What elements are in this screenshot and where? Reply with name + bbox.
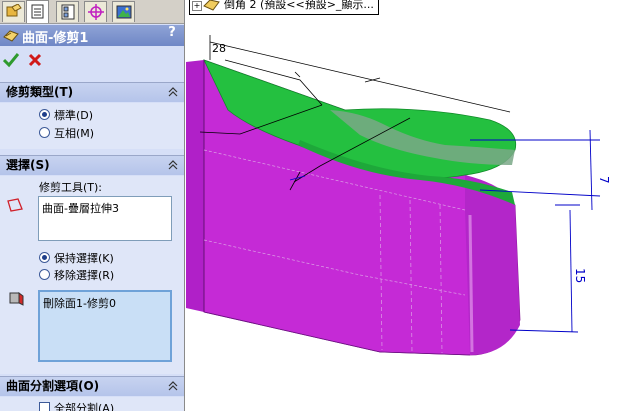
dimension-28: 28 bbox=[212, 42, 226, 55]
selections-header[interactable]: 選擇(S) bbox=[0, 156, 184, 175]
selections-title: 選擇(S) bbox=[6, 158, 50, 172]
trim-tool-label: 修剪工具(T): bbox=[39, 181, 103, 194]
check-icon[interactable] bbox=[3, 52, 19, 68]
tab-display-manager[interactable] bbox=[112, 1, 135, 22]
keep-selections-label: 保持選擇(K) bbox=[54, 252, 114, 265]
split-options-header[interactable]: 曲面分割選項(O) bbox=[0, 377, 184, 396]
dimension-7: 7 bbox=[597, 176, 611, 184]
surface-selection-icon bbox=[7, 198, 23, 212]
ok-cancel-bar bbox=[0, 47, 184, 77]
split-options-title: 曲面分割選項(O) bbox=[6, 379, 100, 393]
dimension-15: 15 bbox=[573, 268, 587, 283]
pieces-list[interactable]: 刪除面1-修剪0 bbox=[38, 290, 172, 362]
collapse-icon[interactable] bbox=[167, 380, 179, 392]
property-icon bbox=[31, 4, 44, 19]
x-icon[interactable] bbox=[28, 53, 42, 67]
trim-tool-item[interactable]: 曲面-疊層拉伸3 bbox=[42, 202, 119, 215]
tab-property-manager[interactable] bbox=[26, 0, 49, 23]
mutual-radio-label: 互相(M) bbox=[54, 127, 95, 140]
split-all-label: 全部分割(A) bbox=[54, 402, 115, 411]
property-manager-panel: 曲面-修剪1 ? 修剪類型(T) 標準(D) 互相(M) 選擇(S) 修剪工具(… bbox=[0, 0, 185, 411]
trim-type-header[interactable]: 修剪類型(T) bbox=[0, 83, 184, 102]
collapse-icon[interactable] bbox=[167, 86, 179, 98]
keep-selections-radio[interactable] bbox=[39, 252, 50, 263]
feature-tree-node[interactable]: + 倒角 2 (預設<<預設>_顯示... bbox=[189, 0, 379, 15]
tab-configuration-manager[interactable] bbox=[56, 1, 79, 22]
face-selection-icon bbox=[9, 292, 24, 306]
standard-radio-label: 標準(D) bbox=[54, 109, 94, 122]
selections-body: 修剪工具(T): 曲面-疊層拉伸3 保持選擇(K) 移除選擇(R) 刪除面1-修… bbox=[0, 176, 184, 374]
standard-radio[interactable] bbox=[39, 109, 50, 120]
body-side-face bbox=[186, 60, 204, 312]
configuration-icon bbox=[61, 4, 75, 20]
model-view: 28 7 15 bbox=[186, 35, 611, 356]
feature-tree-node-label: 倒角 2 (預設<<預設>_顯示... bbox=[224, 0, 374, 11]
trim-type-group: 修剪類型(T) 標準(D) 互相(M) bbox=[0, 82, 184, 149]
tab-dimxpert-manager[interactable] bbox=[84, 1, 107, 22]
page-title: 曲面-修剪1 bbox=[22, 31, 89, 46]
help-button[interactable]: ? bbox=[164, 25, 180, 44]
trim-surface-icon bbox=[3, 30, 19, 42]
graphics-area[interactable]: 28 7 15 bbox=[185, 0, 619, 411]
manager-tabbar bbox=[0, 0, 184, 24]
remove-selections-label: 移除選擇(R) bbox=[54, 269, 115, 282]
trim-tool-list[interactable]: 曲面-疊層拉伸3 bbox=[38, 196, 172, 241]
trim-type-title: 修剪類型(T) bbox=[6, 85, 74, 99]
selections-group: 選擇(S) 修剪工具(T): 曲面-疊層拉伸3 保持選擇(K) 移除選擇(R) … bbox=[0, 155, 184, 374]
property-manager-header: 曲面-修剪1 ? bbox=[0, 25, 184, 46]
remove-selections-radio[interactable] bbox=[39, 269, 50, 280]
split-options-body: 全部分割(A) bbox=[0, 397, 184, 411]
chamfer-icon bbox=[203, 0, 220, 11]
trim-type-body: 標準(D) 互相(M) bbox=[0, 103, 184, 149]
display-icon bbox=[116, 5, 132, 19]
split-options-group: 曲面分割選項(O) 全部分割(A) bbox=[0, 376, 184, 411]
split-all-checkbox[interactable] bbox=[39, 402, 50, 411]
mutual-radio[interactable] bbox=[39, 127, 50, 138]
tab-feature-manager[interactable] bbox=[2, 1, 25, 22]
collapse-icon[interactable] bbox=[167, 159, 179, 171]
expand-icon[interactable]: + bbox=[192, 1, 202, 11]
pieces-item[interactable]: 刪除面1-修剪0 bbox=[43, 297, 116, 310]
crosshair-icon bbox=[88, 4, 104, 20]
feature-tree-icon bbox=[6, 4, 22, 17]
